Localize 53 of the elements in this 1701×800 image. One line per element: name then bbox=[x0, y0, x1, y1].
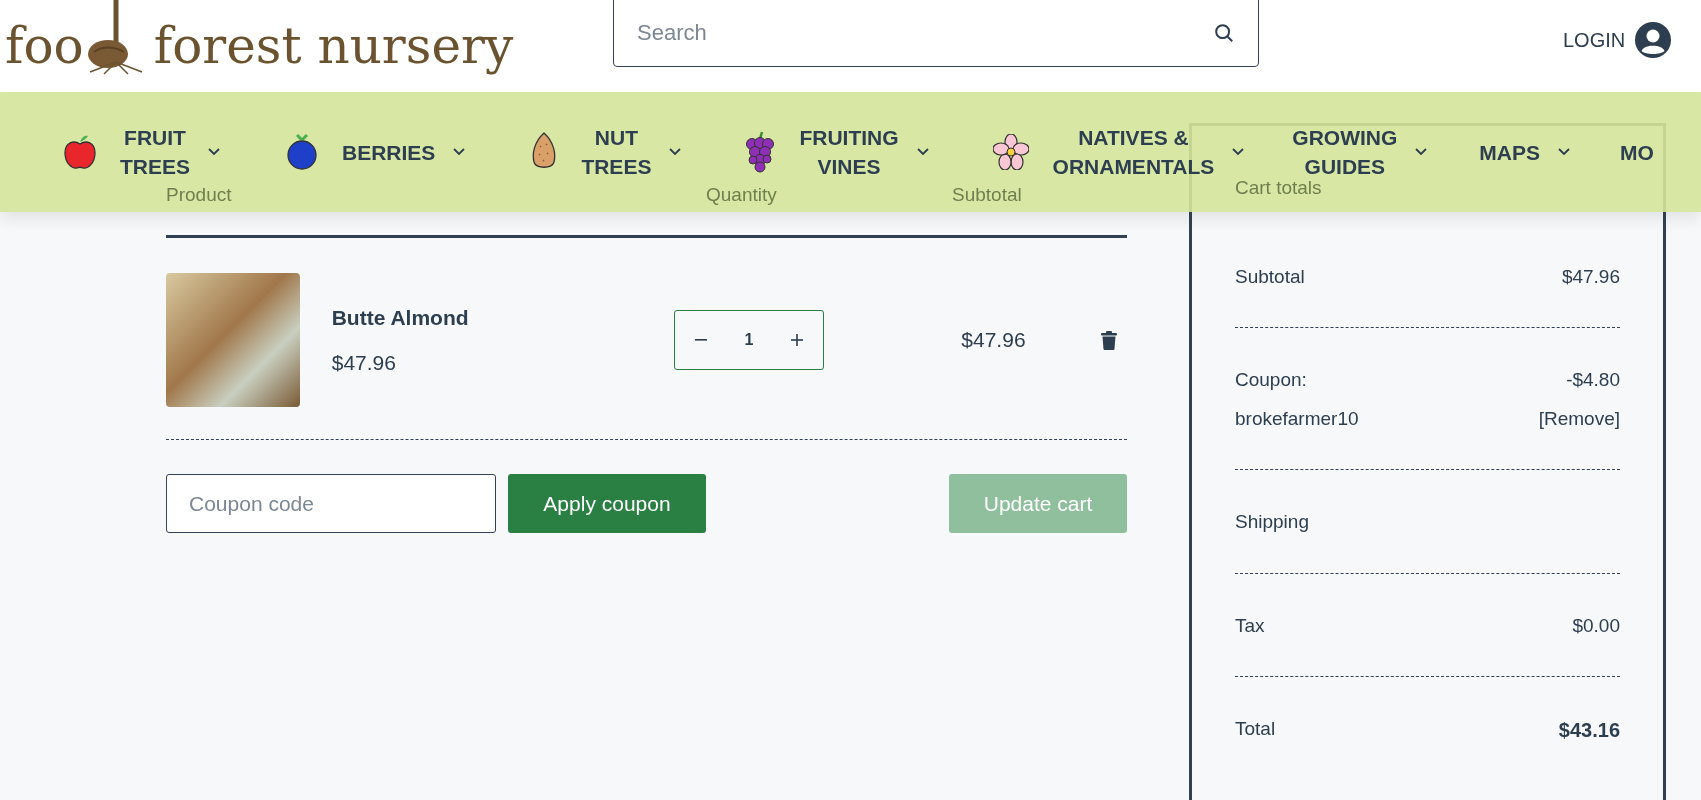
totals-value: $43.16 bbox=[1558, 718, 1620, 743]
column-header: Quantity bbox=[706, 182, 778, 207]
coupon-code: brokefarmer10 bbox=[1235, 406, 1359, 431]
totals-value: $47.96 bbox=[1561, 264, 1620, 289]
login-link[interactable]: LOGIN bbox=[1563, 22, 1672, 58]
berry-icon bbox=[286, 134, 318, 170]
apply-coupon-button[interactable]: Apply coupon bbox=[508, 474, 706, 533]
nav-label: NUT TREES bbox=[581, 125, 652, 180]
totals-label: Tax bbox=[1235, 613, 1265, 638]
nav-menu-item[interactable]: MAPS bbox=[1479, 137, 1570, 167]
chevron-down-icon bbox=[208, 148, 220, 156]
chevron-down-icon bbox=[916, 148, 929, 156]
remove-coupon-link[interactable]: [Remove] bbox=[1538, 404, 1620, 433]
nav-label: FRUITING VINES bbox=[799, 125, 899, 180]
line-subtotal: $47.96 bbox=[961, 327, 1027, 354]
trash-icon[interactable] bbox=[1101, 330, 1117, 350]
coupon-field[interactable]: Coupon code bbox=[166, 474, 496, 533]
grapes-icon bbox=[745, 131, 776, 173]
nav-menu-item[interactable]: BERRIES bbox=[286, 134, 466, 170]
chevron-down-icon bbox=[669, 148, 682, 156]
column-header: Subtotal bbox=[952, 182, 1022, 207]
nav-menu-item[interactable]: FRUITING VINES bbox=[745, 123, 929, 181]
user-icon bbox=[1635, 22, 1672, 58]
apple-icon bbox=[64, 134, 96, 170]
totals-label: Total bbox=[1235, 717, 1276, 741]
totals-value: $0.00 bbox=[1572, 613, 1620, 638]
product-price: $47.96 bbox=[331, 350, 397, 376]
column-header: Product bbox=[166, 182, 233, 207]
search-icon[interactable] bbox=[1213, 22, 1235, 44]
totals-value: -$4.80 bbox=[1566, 368, 1620, 392]
chevron-down-icon bbox=[453, 148, 466, 156]
totals-label: Shipping bbox=[1235, 510, 1309, 534]
totals-label: Subtotal bbox=[1235, 264, 1305, 289]
product-name[interactable]: Butte Almond bbox=[331, 301, 674, 333]
nav-menu-item[interactable]: MO bbox=[1620, 137, 1654, 167]
search-field[interactable]: Search bbox=[613, 0, 1259, 67]
quantity-stepper[interactable]: 1 bbox=[673, 310, 824, 370]
logo-text: forest nursery bbox=[153, 16, 514, 76]
chevron-down-icon bbox=[1415, 148, 1428, 156]
nav-menu-item[interactable]: FRUIT TREES bbox=[64, 123, 220, 181]
nav-label: MAPS bbox=[1479, 139, 1540, 166]
nav-label: NATIVES & ORNAMENTALS bbox=[1052, 125, 1215, 180]
nav-menu-item[interactable]: NUT TREES bbox=[531, 123, 682, 181]
quantity-value: 1 bbox=[744, 330, 754, 350]
flower-icon bbox=[992, 134, 1029, 170]
nav-label: FRUIT TREES bbox=[120, 125, 190, 180]
minus-icon[interactable] bbox=[694, 339, 707, 341]
plus-icon[interactable] bbox=[790, 334, 803, 346]
nav-label: BERRIES bbox=[342, 139, 436, 166]
logo-text: foo bbox=[5, 16, 84, 76]
totals-label: Coupon: bbox=[1235, 368, 1308, 392]
chevron-down-icon bbox=[1232, 148, 1245, 156]
chevron-down-icon bbox=[1558, 148, 1570, 156]
